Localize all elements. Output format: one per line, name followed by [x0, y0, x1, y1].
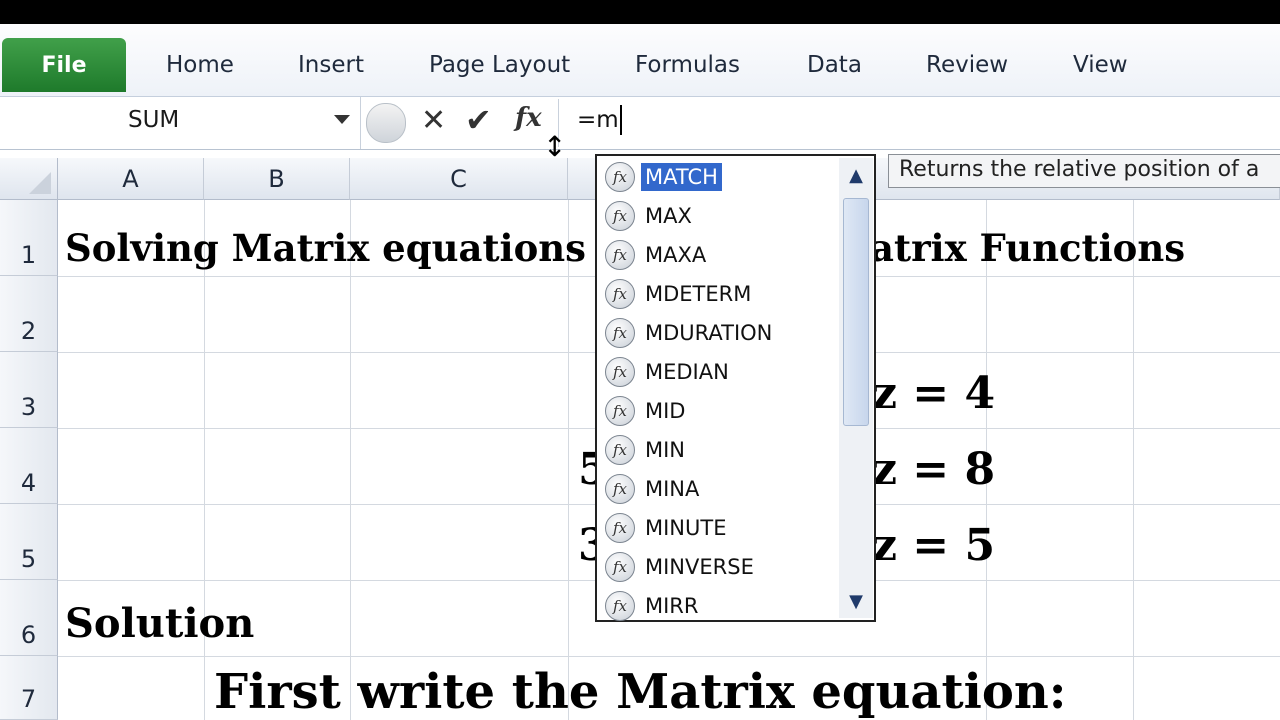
function-icon: fx — [605, 396, 635, 426]
equation-2-tail: z = 8 — [872, 444, 996, 495]
function-icon: fx — [605, 357, 635, 387]
autocomplete-item-median[interactable]: fx MEDIAN — [605, 354, 837, 390]
row-header-7[interactable]: 7 — [0, 656, 58, 720]
autocomplete-item-label: MEDIAN — [645, 360, 729, 384]
tab-view[interactable]: View — [1073, 52, 1128, 78]
formula-bar: SUM ✕ ✔ fx =m — [0, 97, 1280, 150]
autocomplete-item-label: MINA — [645, 477, 700, 501]
tab-page-layout[interactable]: Page Layout — [429, 52, 570, 78]
row-header-5[interactable]: 5 — [0, 504, 58, 580]
row-header-2[interactable]: 2 — [0, 276, 58, 352]
autocomplete-item-mirr[interactable]: fx MIRR — [605, 588, 837, 624]
autocomplete-item-mdeterm[interactable]: fx MDETERM — [605, 276, 837, 312]
autocomplete-item-label: MDETERM — [645, 282, 752, 306]
tab-home[interactable]: Home — [166, 52, 234, 78]
tab-file[interactable]: File — [2, 38, 126, 92]
autocomplete-item-label: MINVERSE — [645, 555, 754, 579]
function-icon: fx — [605, 552, 635, 582]
splitter-handle[interactable] — [366, 103, 406, 143]
function-icon: fx — [605, 591, 635, 621]
cell-title-continuation: atrix Functions — [870, 226, 1186, 270]
grid-line — [350, 200, 351, 720]
function-icon: fx — [605, 513, 635, 543]
autocomplete-scrollbar[interactable]: ▲ ▼ — [839, 158, 873, 618]
chevron-up-icon[interactable]: ▲ — [839, 158, 873, 192]
grid-line — [568, 200, 569, 720]
row-header-3[interactable]: 3 — [0, 352, 58, 428]
row-header-1[interactable]: 1 — [0, 200, 58, 276]
function-icon: fx — [605, 318, 635, 348]
tab-formulas[interactable]: Formulas — [635, 52, 740, 78]
cell-a1-title[interactable]: Solving Matrix equations u — [65, 226, 626, 270]
autocomplete-item-label: MIRR — [645, 594, 699, 618]
function-icon[interactable]: fx — [515, 103, 542, 133]
autocomplete-item-label: MAXA — [645, 243, 707, 267]
row-header-4[interactable]: 4 — [0, 428, 58, 504]
function-icon: fx — [605, 162, 635, 192]
autocomplete-item-label: MIN — [645, 438, 686, 462]
check-icon[interactable]: ✔ — [465, 101, 492, 139]
autocomplete-item-label: MATCH — [641, 163, 722, 191]
row-header-6[interactable]: 6 — [0, 580, 58, 656]
cell-a6-solution[interactable]: Solution — [65, 600, 254, 647]
equation-3-tail: z = 5 — [872, 520, 996, 571]
window-top-bar — [0, 0, 1280, 24]
chevron-down-icon[interactable]: ▼ — [839, 584, 873, 618]
function-icon: fx — [605, 201, 635, 231]
autocomplete-item-max[interactable]: fx MAX — [605, 198, 837, 234]
autocomplete-item-mid[interactable]: fx MID — [605, 393, 837, 429]
chevron-down-icon[interactable] — [334, 115, 350, 124]
ribbon-tabs: File Home Insert Page Layout Formulas Da… — [0, 24, 1280, 97]
autocomplete-item-maxa[interactable]: fx MAXA — [605, 237, 837, 273]
cell-b7-instruction[interactable]: First write the Matrix equation: — [214, 664, 1067, 720]
column-header-b[interactable]: B — [204, 158, 350, 200]
autocomplete-item-match[interactable]: fx MATCH — [605, 159, 837, 195]
function-tooltip: Returns the relative position of a — [888, 154, 1280, 188]
close-icon[interactable]: ✕ — [421, 103, 446, 138]
autocomplete-item-label: MID — [645, 399, 686, 423]
autocomplete-item-label: MDURATION — [645, 321, 773, 345]
name-box[interactable]: SUM — [0, 97, 361, 149]
text-caret — [620, 105, 622, 135]
grid-line — [58, 656, 1280, 657]
function-autocomplete-list[interactable]: fx MATCH fx MAX fx MAXA fx MDETERM fx MDURATI… — [595, 154, 876, 622]
column-header-c[interactable]: C — [350, 158, 568, 200]
grid-line — [1133, 200, 1134, 720]
autocomplete-item-minute[interactable]: fx MINUTE — [605, 510, 837, 546]
tab-insert[interactable]: Insert — [298, 52, 364, 78]
function-icon: fx — [605, 240, 635, 270]
autocomplete-item-mina[interactable]: fx MINA — [605, 471, 837, 507]
autocomplete-item-label: MINUTE — [645, 516, 727, 540]
function-icon: fx — [605, 435, 635, 465]
name-box-value: SUM — [128, 107, 180, 133]
select-all-icon — [29, 172, 51, 194]
tab-review[interactable]: Review — [926, 52, 1008, 78]
equation-1-tail: z = 4 — [872, 368, 996, 419]
formula-input[interactable]: =m — [577, 107, 619, 133]
autocomplete-item-minverse[interactable]: fx MINVERSE — [605, 549, 837, 585]
tab-data[interactable]: Data — [807, 52, 862, 78]
scrollbar-thumb[interactable] — [843, 198, 869, 426]
resize-vertical-icon[interactable]: ↕ — [543, 133, 566, 161]
function-icon: fx — [605, 279, 635, 309]
function-icon: fx — [605, 474, 635, 504]
column-header-a[interactable]: A — [58, 158, 204, 200]
autocomplete-item-min[interactable]: fx MIN — [605, 432, 837, 468]
select-all-corner[interactable] — [0, 158, 58, 200]
autocomplete-item-label: MAX — [645, 204, 692, 228]
autocomplete-item-mduration[interactable]: fx MDURATION — [605, 315, 837, 351]
